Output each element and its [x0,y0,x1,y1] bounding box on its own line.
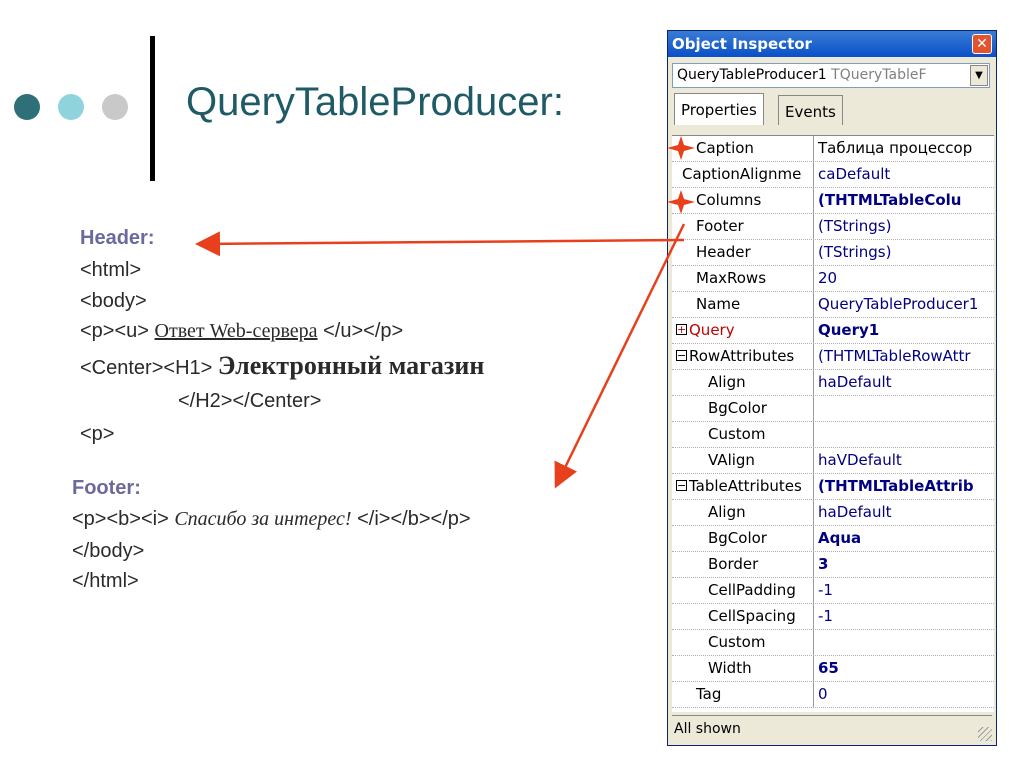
caption-star-marker [667,136,695,160]
footer-arrow [554,223,686,489]
columns-star-marker [667,190,695,214]
header-arrow [195,231,685,257]
annotation-arrows [195,136,695,489]
